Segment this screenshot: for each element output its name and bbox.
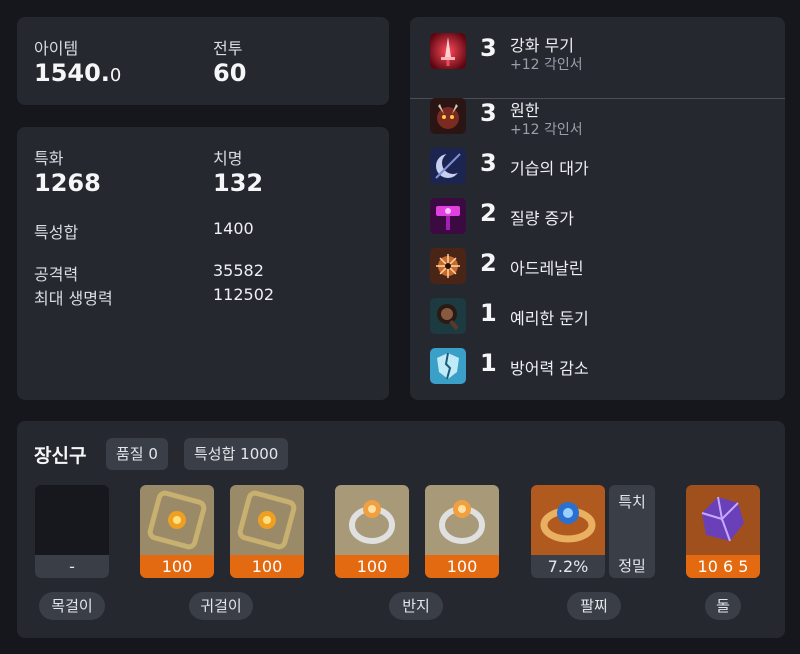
stats-card: 특화 1268 치명 132 특성합 1400 공격력 35582 최대 생명력… — [17, 127, 389, 400]
engraving-level: 2 — [480, 249, 497, 277]
earring-icon — [140, 485, 214, 555]
earring-quality: 100 — [230, 555, 304, 578]
engraving-name: 원한 — [510, 101, 540, 120]
item-level-label: 아이템 — [34, 39, 79, 58]
engraving-row[interactable]: 2 아드레날린 — [410, 241, 785, 291]
engraving-row[interactable]: 3 강화 무기 +12 각인서 — [410, 26, 785, 76]
stone-value: 10 6 5 — [686, 555, 760, 578]
attack-label: 공격력 — [34, 265, 79, 284]
engraving-row[interactable]: 3 기습의 대가 — [410, 141, 785, 191]
rings-label: 반지 — [389, 592, 443, 620]
quality-chip: 품질 0 — [106, 438, 168, 470]
engraving-level: 3 — [480, 149, 497, 177]
bracelet-stats: 특치 정밀 — [609, 485, 655, 578]
bracelet-label: 팔찌 — [567, 592, 621, 620]
adrenaline-icon — [430, 248, 466, 284]
total-stat-label: 특성합 — [34, 223, 79, 242]
sword-icon — [430, 33, 466, 69]
engraving-level: 1 — [480, 349, 497, 377]
engravings-card: 3 강화 무기 +12 각인서 3 원한 +12 각인서 3 기습의 대가 2 … — [410, 17, 785, 400]
spec-value: 1268 — [34, 169, 101, 197]
engraving-level: 1 — [480, 299, 497, 327]
bracelet-icon — [531, 485, 605, 555]
bracelet-slot[interactable]: 7.2% — [531, 485, 605, 578]
engraving-name: 강화 무기 — [510, 36, 574, 55]
earring-icon — [230, 485, 304, 555]
necklace-slot[interactable]: - — [35, 485, 109, 578]
earrings-label: 귀걸이 — [189, 592, 253, 620]
hammer-icon — [430, 198, 466, 234]
engraving-name: 기습의 대가 — [510, 159, 589, 178]
bracelet-value: 7.2% — [531, 555, 605, 578]
item-level-value: 1540.0 — [34, 59, 122, 87]
ring-slot[interactable]: 100 — [425, 485, 499, 578]
stone-label: 돌 — [705, 592, 741, 620]
ring-icon — [335, 485, 409, 555]
bracelet-stat-1: 특치 — [618, 493, 646, 511]
total-stat-chip: 특성합 1000 — [184, 438, 289, 470]
crit-label: 치명 — [213, 149, 243, 168]
summary-card: 아이템 1540.0 전투 60 — [17, 17, 389, 105]
combat-level-value: 60 — [213, 59, 247, 87]
ring-quality: 100 — [335, 555, 409, 578]
bracelet-stat-2: 정밀 — [618, 557, 646, 575]
ring-icon — [425, 485, 499, 555]
necklace-label: 목걸이 — [39, 592, 105, 620]
ring-slot[interactable]: 100 — [335, 485, 409, 578]
engraving-name: 질량 증가 — [510, 209, 574, 228]
crit-value: 132 — [213, 169, 264, 197]
spec-label: 특화 — [34, 149, 64, 168]
necklace-quality: - — [35, 555, 109, 578]
earring-slot[interactable]: 100 — [140, 485, 214, 578]
broken-shield-icon — [430, 348, 466, 384]
engraving-name: 예리한 둔기 — [510, 309, 589, 328]
max-hp-label: 최대 생명력 — [34, 289, 113, 308]
mace-icon — [430, 298, 466, 334]
accessories-title: 장신구 — [34, 445, 87, 467]
max-hp-value: 112502 — [213, 285, 275, 304]
engraving-row[interactable]: 2 질량 증가 — [410, 191, 785, 241]
attack-value: 35582 — [213, 261, 264, 280]
engraving-book: +12 각인서 — [510, 57, 583, 73]
stone-icon — [686, 485, 760, 555]
engraving-row[interactable]: 3 원한 +12 각인서 — [410, 91, 785, 141]
engraving-name: 아드레날린 — [510, 259, 584, 278]
engraving-book: +12 각인서 — [510, 122, 583, 138]
engraving-level: 3 — [480, 99, 497, 127]
earring-slot[interactable]: 100 — [230, 485, 304, 578]
engraving-row[interactable]: 1 방어력 감소 — [410, 341, 785, 391]
earring-quality: 100 — [140, 555, 214, 578]
stone-slot[interactable]: 10 6 5 — [686, 485, 760, 578]
combat-level-label: 전투 — [213, 39, 243, 58]
engraving-name: 방어력 감소 — [510, 359, 589, 378]
engraving-row[interactable]: 1 예리한 둔기 — [410, 291, 785, 341]
engraving-level: 3 — [480, 34, 497, 62]
total-stat-value: 1400 — [213, 219, 254, 238]
crescent-icon — [430, 148, 466, 184]
ring-quality: 100 — [425, 555, 499, 578]
demon-icon — [430, 98, 466, 134]
engraving-level: 2 — [480, 199, 497, 227]
